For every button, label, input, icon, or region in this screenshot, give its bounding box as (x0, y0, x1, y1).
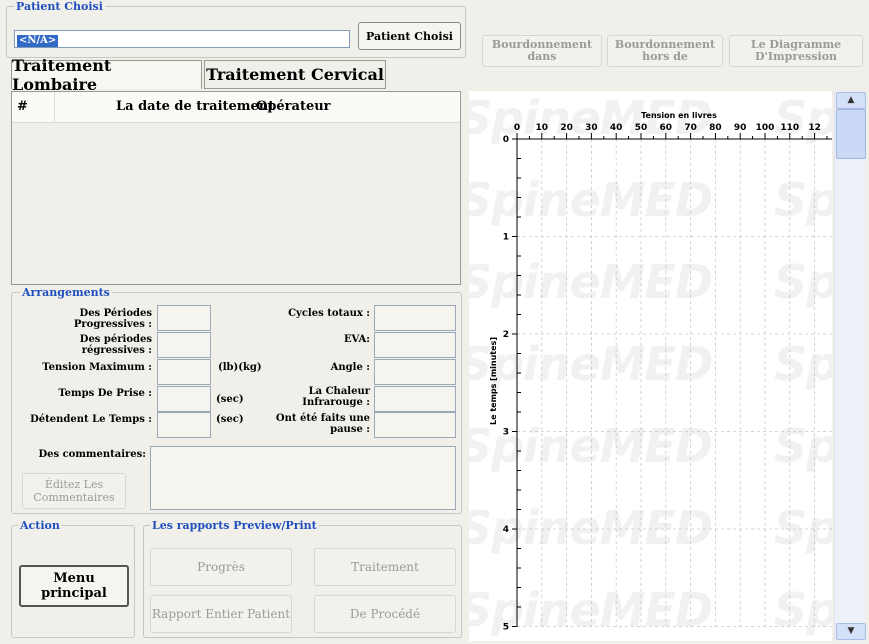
progressive-periods-label: Des Périodes Progressives : (73, 308, 152, 330)
progress-report-button[interactable]: Progrès (150, 548, 292, 586)
angle-label: Angle : (330, 362, 370, 373)
column-number[interactable]: # (17, 99, 28, 114)
total-cycles-field[interactable] (374, 305, 456, 331)
patient-value: <N/A> (17, 35, 59, 47)
buzz-in-button[interactable]: Bourdonnement dans (482, 35, 602, 67)
eva-label: EVA: (343, 334, 370, 345)
regressive-periods-label: Des périodes régressives : (79, 334, 152, 356)
chevron-up-icon: ▲ (847, 95, 855, 105)
y-tick-label: 1 (503, 233, 509, 243)
print-chart-button[interactable]: Le Diagramme D'Impression (729, 35, 863, 67)
max-tension-label: Tension Maximum : (42, 362, 152, 373)
edit-comments-button[interactable]: Éditez Les Commentaires (22, 473, 126, 509)
full-patient-report-button[interactable]: Rapport Entier Patient (150, 595, 292, 633)
angle-field[interactable] (374, 359, 456, 385)
infrared-heat-label: La Chaleur Infrarouge : (302, 386, 370, 408)
action-title: Action (18, 519, 62, 532)
x-tick-label: 10 (536, 123, 549, 133)
relax-time-field[interactable] (157, 412, 211, 438)
treatment-table[interactable]: # La date de traitement Opérateur (11, 91, 461, 285)
hold-time-field[interactable] (157, 386, 211, 412)
y-tick-label: 2 (503, 330, 509, 340)
progressive-periods-field[interactable] (157, 305, 211, 331)
scroll-down-button[interactable]: ▼ (836, 623, 866, 640)
comments-box[interactable] (150, 446, 456, 510)
total-cycles-label: Cycles totaux : (288, 308, 370, 319)
chevron-down-icon: ▼ (847, 626, 855, 636)
x-tick-label: 30 (585, 123, 598, 133)
eva-field[interactable] (374, 332, 456, 358)
table-header: # La date de traitement Opérateur (12, 92, 460, 123)
hold-time-unit: (sec) (216, 394, 244, 405)
relax-time-label: Détendent Le Temps : (30, 414, 152, 425)
x-tick-label: 90 (734, 123, 747, 133)
x-axis-label: Tension en livres (641, 111, 717, 120)
procedure-report-button[interactable]: De Procédé (314, 595, 456, 633)
infrared-heat-field[interactable] (374, 386, 456, 412)
y-tick-label: 0 (503, 135, 509, 145)
tab-lumbar[interactable]: Traitement Lombaire (11, 56, 202, 94)
main-menu-button[interactable]: Menu principal (19, 565, 129, 607)
x-tick-label: 60 (660, 123, 673, 133)
patient-field[interactable]: <N/A> (14, 30, 350, 48)
x-tick-label: 12 (808, 123, 821, 133)
tension-time-chart: Tension en livres Le temps [minutes] 0 10… (489, 111, 832, 633)
x-tick-label: 80 (709, 123, 722, 133)
x-tick-label: 50 (635, 123, 648, 133)
comments-label: Des commentaires: (38, 449, 146, 460)
x-tick-label: 70 (684, 123, 697, 133)
chart-panel: SpineMED SpineMED SpineMED SpineMED Spin… (469, 91, 832, 641)
patient-group-title: Patient Choisi (14, 0, 105, 13)
tab-cervical[interactable]: Traitement Cervical (204, 60, 386, 89)
x-tick-label: 40 (610, 123, 623, 133)
y-tick-label: 4 (503, 525, 509, 535)
scroll-up-button[interactable]: ▲ (836, 92, 866, 109)
treatment-report-button[interactable]: Traitement (314, 548, 456, 586)
arrangements-title: Arrangements (20, 286, 112, 299)
reports-title: Les rapports Preview/Print (150, 519, 319, 532)
y-tick-label: 3 (503, 428, 509, 438)
x-tick-label: 20 (560, 123, 573, 133)
max-tension-field[interactable] (157, 359, 211, 385)
scroll-thumb[interactable] (836, 109, 866, 159)
chart-scrollbar[interactable]: ▲ ▼ (834, 91, 866, 641)
regressive-periods-field[interactable] (157, 332, 211, 358)
hold-time-label: Temps De Prise : (58, 388, 152, 399)
relax-time-unit: (sec) (216, 414, 244, 425)
column-operator[interactable]: Opérateur (256, 99, 331, 114)
paused-field[interactable] (374, 412, 456, 438)
column-date[interactable]: La date de traitement (116, 99, 274, 114)
select-patient-button[interactable]: Patient Choisi (358, 22, 461, 50)
paused-label: Ont été faits une pause : (275, 413, 370, 435)
x-tick-label: 110 (780, 123, 799, 133)
y-tick-label: 5 (503, 623, 509, 633)
y-axis-label: Le temps [minutes] (489, 337, 498, 425)
buzz-out-button[interactable]: Bourdonnement hors de (607, 35, 723, 67)
x-tick-label: 100 (756, 123, 775, 133)
x-tick-label: 0 (514, 123, 520, 133)
max-tension-unit: (lb)(kg) (218, 362, 262, 373)
